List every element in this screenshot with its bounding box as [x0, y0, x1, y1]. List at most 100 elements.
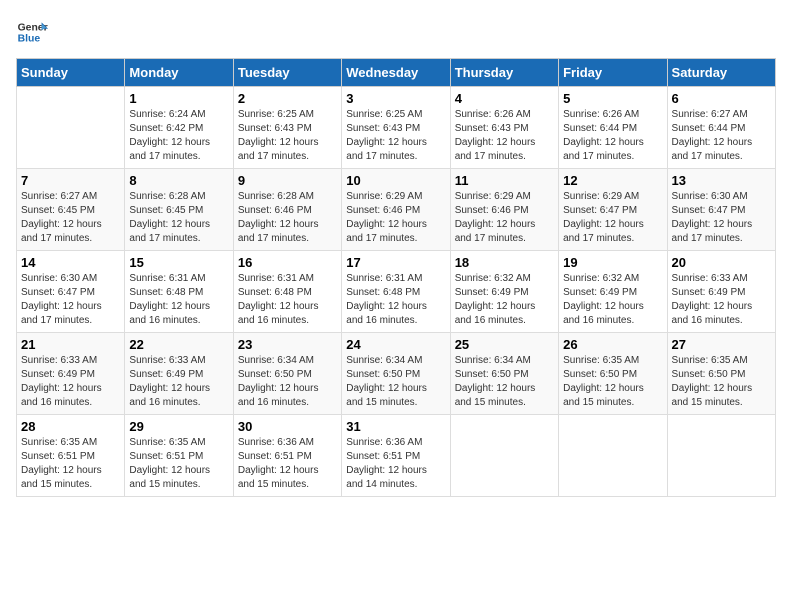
- calendar-cell: 23 Sunrise: 6:34 AM Sunset: 6:50 PM Dayli…: [233, 333, 341, 415]
- calendar-body: 1 Sunrise: 6:24 AM Sunset: 6:42 PM Daylig…: [17, 87, 776, 497]
- day-info: Sunrise: 6:28 AM Sunset: 6:46 PM Dayligh…: [238, 190, 337, 246]
- day-number: 13: [672, 173, 771, 188]
- day-info: Sunrise: 6:33 AM Sunset: 6:49 PM Dayligh…: [672, 272, 771, 328]
- day-number: 11: [455, 173, 554, 188]
- day-info: Sunrise: 6:35 AM Sunset: 6:51 PM Dayligh…: [129, 436, 228, 492]
- day-info: Sunrise: 6:34 AM Sunset: 6:50 PM Dayligh…: [346, 354, 445, 410]
- day-number: 29: [129, 419, 228, 434]
- calendar-week-row: 21 Sunrise: 6:33 AM Sunset: 6:49 PM Dayli…: [17, 333, 776, 415]
- calendar-cell: 26 Sunrise: 6:35 AM Sunset: 6:50 PM Dayli…: [559, 333, 667, 415]
- day-info: Sunrise: 6:26 AM Sunset: 6:43 PM Dayligh…: [455, 108, 554, 164]
- day-number: 7: [21, 173, 120, 188]
- calendar-cell: 10 Sunrise: 6:29 AM Sunset: 6:46 PM Dayli…: [342, 169, 450, 251]
- calendar-cell: 8 Sunrise: 6:28 AM Sunset: 6:45 PM Daylig…: [125, 169, 233, 251]
- day-info: Sunrise: 6:27 AM Sunset: 6:45 PM Dayligh…: [21, 190, 120, 246]
- column-header-thursday: Thursday: [450, 59, 558, 87]
- calendar-cell: 27Sunrise: 6:35 AM Sunset: 6:50 PM Dayli…: [667, 333, 775, 415]
- calendar-cell: 25 Sunrise: 6:34 AM Sunset: 6:50 PM Dayli…: [450, 333, 558, 415]
- calendar-cell: 31 Sunrise: 6:36 AM Sunset: 6:51 PM Dayli…: [342, 415, 450, 497]
- calendar-week-row: 7 Sunrise: 6:27 AM Sunset: 6:45 PM Daylig…: [17, 169, 776, 251]
- day-number: 1: [129, 91, 228, 106]
- calendar-cell: 28 Sunrise: 6:35 AM Sunset: 6:51 PM Dayli…: [17, 415, 125, 497]
- day-info: Sunrise: 6:30 AM Sunset: 6:47 PM Dayligh…: [672, 190, 771, 246]
- day-number: 9: [238, 173, 337, 188]
- day-number: 14: [21, 255, 120, 270]
- calendar-cell: 19 Sunrise: 6:32 AM Sunset: 6:49 PM Dayli…: [559, 251, 667, 333]
- calendar-cell: 22 Sunrise: 6:33 AM Sunset: 6:49 PM Dayli…: [125, 333, 233, 415]
- calendar-cell: 13 Sunrise: 6:30 AM Sunset: 6:47 PM Dayli…: [667, 169, 775, 251]
- calendar-cell: 17Sunrise: 6:31 AM Sunset: 6:48 PM Dayli…: [342, 251, 450, 333]
- column-header-saturday: Saturday: [667, 59, 775, 87]
- day-info: Sunrise: 6:35 AM Sunset: 6:50 PM Dayligh…: [563, 354, 662, 410]
- page-header: General Blue: [16, 16, 776, 48]
- logo-icon: General Blue: [16, 16, 48, 48]
- day-number: 12: [563, 173, 662, 188]
- day-info: Sunrise: 6:26 AM Sunset: 6:44 PM Dayligh…: [563, 108, 662, 164]
- day-number: 10: [346, 173, 445, 188]
- calendar-cell: 24 Sunrise: 6:34 AM Sunset: 6:50 PM Dayli…: [342, 333, 450, 415]
- day-number: 24: [346, 337, 445, 352]
- day-number: 2: [238, 91, 337, 106]
- calendar-cell: [667, 415, 775, 497]
- day-number: 18: [455, 255, 554, 270]
- calendar-week-row: 1 Sunrise: 6:24 AM Sunset: 6:42 PM Daylig…: [17, 87, 776, 169]
- day-info: Sunrise: 6:36 AM Sunset: 6:51 PM Dayligh…: [238, 436, 337, 492]
- calendar-cell: 4 Sunrise: 6:26 AM Sunset: 6:43 PM Daylig…: [450, 87, 558, 169]
- calendar-cell: 20Sunrise: 6:33 AM Sunset: 6:49 PM Dayli…: [667, 251, 775, 333]
- calendar-cell: 21 Sunrise: 6:33 AM Sunset: 6:49 PM Dayli…: [17, 333, 125, 415]
- calendar-table: SundayMondayTuesdayWednesdayThursdayFrid…: [16, 58, 776, 497]
- calendar-cell: 11 Sunrise: 6:29 AM Sunset: 6:46 PM Dayli…: [450, 169, 558, 251]
- calendar-week-row: 28 Sunrise: 6:35 AM Sunset: 6:51 PM Dayli…: [17, 415, 776, 497]
- day-info: Sunrise: 6:34 AM Sunset: 6:50 PM Dayligh…: [455, 354, 554, 410]
- day-number: 21: [21, 337, 120, 352]
- calendar-cell: 30 Sunrise: 6:36 AM Sunset: 6:51 PM Dayli…: [233, 415, 341, 497]
- calendar-cell: 29 Sunrise: 6:35 AM Sunset: 6:51 PM Dayli…: [125, 415, 233, 497]
- calendar-cell: 6Sunrise: 6:27 AM Sunset: 6:44 PM Daylig…: [667, 87, 775, 169]
- day-number: 28: [21, 419, 120, 434]
- day-number: 19: [563, 255, 662, 270]
- day-number: 17: [346, 255, 445, 270]
- day-info: Sunrise: 6:31 AM Sunset: 6:48 PM Dayligh…: [238, 272, 337, 328]
- column-header-monday: Monday: [125, 59, 233, 87]
- day-info: Sunrise: 6:25 AM Sunset: 6:43 PM Dayligh…: [346, 108, 445, 164]
- calendar-cell: 3Sunrise: 6:25 AM Sunset: 6:43 PM Daylig…: [342, 87, 450, 169]
- column-header-tuesday: Tuesday: [233, 59, 341, 87]
- day-info: Sunrise: 6:33 AM Sunset: 6:49 PM Dayligh…: [129, 354, 228, 410]
- day-info: Sunrise: 6:33 AM Sunset: 6:49 PM Dayligh…: [21, 354, 120, 410]
- svg-text:Blue: Blue: [18, 34, 41, 45]
- calendar-cell: 18Sunrise: 6:32 AM Sunset: 6:49 PM Dayli…: [450, 251, 558, 333]
- day-number: 5: [563, 91, 662, 106]
- day-number: 31: [346, 419, 445, 434]
- calendar-cell: 12 Sunrise: 6:29 AM Sunset: 6:47 PM Dayli…: [559, 169, 667, 251]
- calendar-cell: 9 Sunrise: 6:28 AM Sunset: 6:46 PM Daylig…: [233, 169, 341, 251]
- calendar-cell: 2 Sunrise: 6:25 AM Sunset: 6:43 PM Daylig…: [233, 87, 341, 169]
- calendar-cell: [17, 87, 125, 169]
- day-info: Sunrise: 6:35 AM Sunset: 6:51 PM Dayligh…: [21, 436, 120, 492]
- day-info: Sunrise: 6:29 AM Sunset: 6:47 PM Dayligh…: [563, 190, 662, 246]
- day-info: Sunrise: 6:27 AM Sunset: 6:44 PM Dayligh…: [672, 108, 771, 164]
- calendar-cell: 5 Sunrise: 6:26 AM Sunset: 6:44 PM Daylig…: [559, 87, 667, 169]
- day-info: Sunrise: 6:34 AM Sunset: 6:50 PM Dayligh…: [238, 354, 337, 410]
- day-info: Sunrise: 6:36 AM Sunset: 6:51 PM Dayligh…: [346, 436, 445, 492]
- day-number: 8: [129, 173, 228, 188]
- day-info: Sunrise: 6:29 AM Sunset: 6:46 PM Dayligh…: [346, 190, 445, 246]
- calendar-cell: 7 Sunrise: 6:27 AM Sunset: 6:45 PM Daylig…: [17, 169, 125, 251]
- calendar-cell: [559, 415, 667, 497]
- day-number: 26: [563, 337, 662, 352]
- day-number: 22: [129, 337, 228, 352]
- day-number: 25: [455, 337, 554, 352]
- day-number: 4: [455, 91, 554, 106]
- day-number: 23: [238, 337, 337, 352]
- column-header-friday: Friday: [559, 59, 667, 87]
- day-info: Sunrise: 6:25 AM Sunset: 6:43 PM Dayligh…: [238, 108, 337, 164]
- day-info: Sunrise: 6:31 AM Sunset: 6:48 PM Dayligh…: [129, 272, 228, 328]
- day-info: Sunrise: 6:32 AM Sunset: 6:49 PM Dayligh…: [563, 272, 662, 328]
- day-number: 15: [129, 255, 228, 270]
- day-number: 27: [672, 337, 771, 352]
- day-info: Sunrise: 6:30 AM Sunset: 6:47 PM Dayligh…: [21, 272, 120, 328]
- day-info: Sunrise: 6:28 AM Sunset: 6:45 PM Dayligh…: [129, 190, 228, 246]
- column-header-wednesday: Wednesday: [342, 59, 450, 87]
- day-info: Sunrise: 6:29 AM Sunset: 6:46 PM Dayligh…: [455, 190, 554, 246]
- day-info: Sunrise: 6:24 AM Sunset: 6:42 PM Dayligh…: [129, 108, 228, 164]
- day-number: 30: [238, 419, 337, 434]
